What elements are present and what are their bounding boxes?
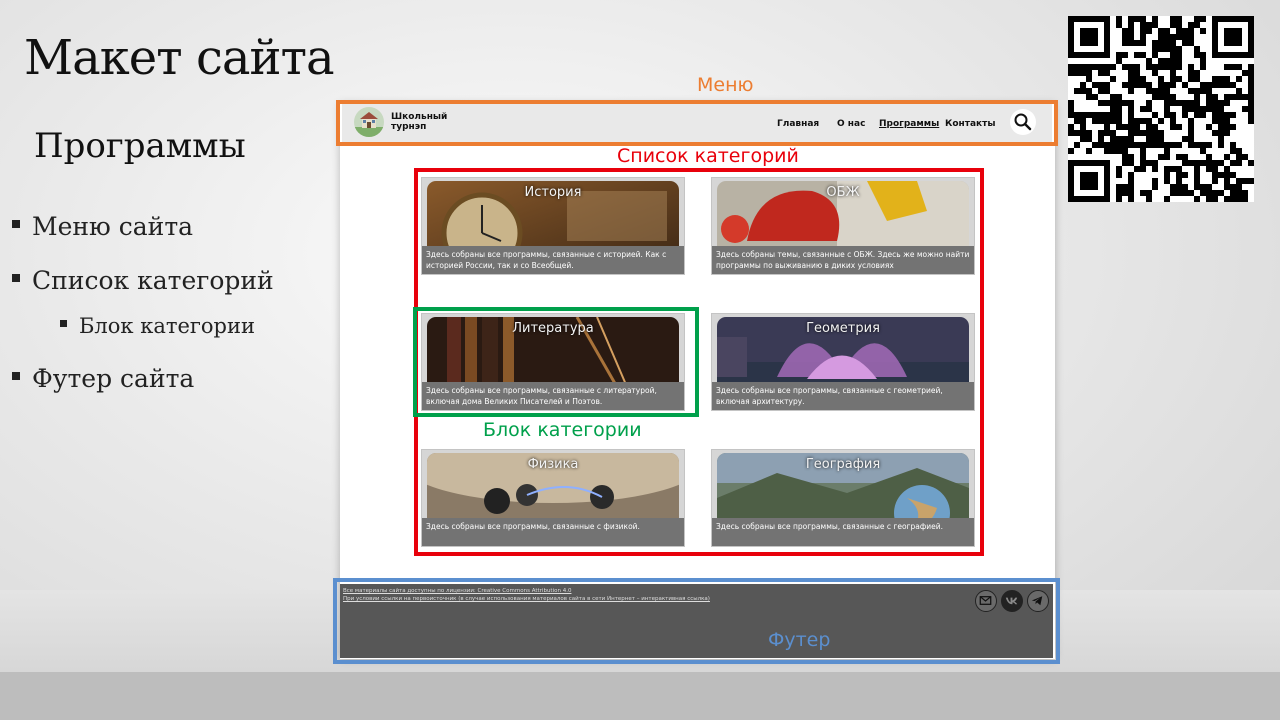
block-annotation-frame: [413, 307, 699, 417]
slide-subtitle: Программы: [34, 126, 246, 166]
bullet-subitem: Блок категории: [60, 314, 255, 338]
bullet-text: Список категорий: [32, 266, 274, 295]
slide-title: Макет сайта: [24, 30, 335, 86]
bullet-item: Футер сайта: [12, 364, 194, 393]
block-annotation-label: Блок категории: [483, 419, 642, 441]
bullet-marker: [12, 273, 20, 282]
bullet-marker: [12, 371, 20, 380]
bullet-text: Блок категории: [79, 314, 255, 338]
menu-annotation-label: Меню: [697, 74, 754, 96]
bullet-text: Меню сайта: [32, 212, 194, 241]
bullet-text: Футер сайта: [32, 364, 195, 393]
footer-annotation-label: Футер: [768, 629, 831, 651]
bullet-marker: [12, 219, 20, 228]
qr-code: [1068, 16, 1254, 202]
bullet-item: Список категорий: [12, 266, 274, 295]
bullet-item: Меню сайта: [12, 212, 193, 241]
footer-annotation-frame: [333, 578, 1060, 664]
background-floor-edge: [0, 672, 1280, 720]
categories-annotation-label: Список категорий: [617, 145, 799, 167]
menu-annotation-frame: [336, 100, 1058, 146]
bullet-marker: [60, 320, 67, 327]
